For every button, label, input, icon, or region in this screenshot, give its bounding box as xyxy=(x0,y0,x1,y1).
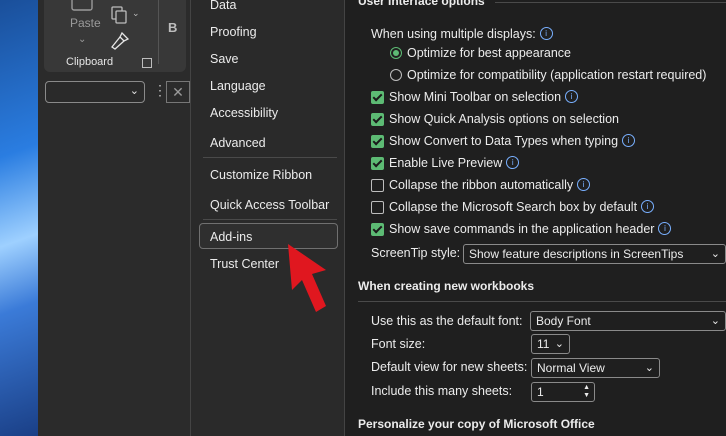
desktop-wallpaper xyxy=(0,0,38,436)
screentip-style-label: ScreenTip style: xyxy=(371,246,461,260)
checkbox-mini-toolbar-label: Show Mini Toolbar on selection i xyxy=(389,90,579,104)
checkbox-quick-analysis-label: Show Quick Analysis options on selection xyxy=(389,112,619,126)
info-icon[interactable]: i xyxy=(658,222,672,235)
multi-display-label: When using multiple displays: i xyxy=(371,27,553,41)
radio-best-appearance[interactable] xyxy=(390,47,402,59)
nav-item-proofing[interactable]: Proofing xyxy=(210,25,257,39)
group-divider xyxy=(158,0,159,64)
nav-item-save[interactable]: Save xyxy=(210,52,239,66)
font-size-value: 11 xyxy=(537,337,550,351)
section-title-ui-options: User Interface options xyxy=(358,0,485,8)
default-view-select[interactable]: Normal View ⌄ xyxy=(531,358,660,378)
copy-icon[interactable] xyxy=(110,6,128,24)
chevron-down-icon[interactable]: ⌄ xyxy=(130,84,139,97)
info-icon[interactable]: i xyxy=(539,27,553,40)
checkbox-quick-analysis[interactable] xyxy=(371,113,384,126)
info-icon[interactable]: i xyxy=(622,134,636,147)
dialog-launcher-icon[interactable] xyxy=(142,58,152,68)
info-icon[interactable]: i xyxy=(641,200,655,213)
checkbox-mini-toolbar[interactable] xyxy=(371,91,384,104)
cancel-entry-button[interactable]: ✕ xyxy=(166,81,190,103)
nav-item-customize-ribbon[interactable]: Customize Ribbon xyxy=(210,168,312,182)
info-icon[interactable]: i xyxy=(506,156,520,169)
chevron-down-icon: ⌄ xyxy=(644,362,654,374)
checkbox-save-commands[interactable] xyxy=(371,223,384,236)
checkbox-save-commands-label: Show save commands in the application he… xyxy=(389,222,672,236)
nav-item-language[interactable]: Language xyxy=(210,79,266,93)
nav-item-quick-access-toolbar[interactable]: Quick Access Toolbar xyxy=(210,198,329,212)
nav-item-trust-center[interactable]: Trust Center xyxy=(210,257,279,271)
copy-chevron-icon[interactable]: ⌄ xyxy=(132,8,140,19)
nav-item-accessibility[interactable]: Accessibility xyxy=(210,106,278,120)
radio-compatibility-label: Optimize for compatibility (application … xyxy=(407,68,707,82)
name-box[interactable]: ⌄ xyxy=(45,81,145,103)
paste-chevron-icon[interactable]: ⌄ xyxy=(78,34,86,45)
checkbox-live-preview-label: Enable Live Preview i xyxy=(389,156,520,170)
default-font-label: Use this as the default font: xyxy=(371,314,523,328)
spin-up-icon[interactable]: ▲ xyxy=(583,384,590,392)
font-size-select[interactable]: 11 ⌄ xyxy=(531,334,570,354)
excel-ribbon: Paste ⌄ ⌄ Clipboard B ⌄ ⋮ ✕ xyxy=(38,0,190,436)
nav-item-advanced[interactable]: Advanced xyxy=(210,136,266,150)
radio-compatibility[interactable] xyxy=(390,69,402,81)
nav-divider xyxy=(203,157,337,158)
red-arrow-pointer xyxy=(288,244,326,312)
sheet-count-label: Include this many sheets: xyxy=(371,384,513,398)
clipboard-group-label: Clipboard xyxy=(66,56,114,68)
paste-icon[interactable] xyxy=(69,0,95,12)
sheet-count-value: 1 xyxy=(537,385,544,399)
checkbox-collapse-ribbon-label: Collapse the ribbon automatically i xyxy=(389,178,591,192)
nav-item-add-ins[interactable]: Add-ins xyxy=(210,230,252,244)
section-title-personalize: Personalize your copy of Microsoft Offic… xyxy=(358,417,595,431)
options-nav: Data Proofing Save Language Accessibilit… xyxy=(190,0,345,436)
chevron-down-icon: ⌄ xyxy=(710,248,720,260)
checkbox-convert-data-types[interactable] xyxy=(371,135,384,148)
screentip-style-select[interactable]: Show feature descriptions in ScreenTips … xyxy=(463,244,726,264)
chevron-down-icon: ⌄ xyxy=(710,315,720,327)
nav-divider xyxy=(203,219,337,220)
font-size-label: Font size: xyxy=(371,337,426,351)
default-view-value: Normal View xyxy=(537,361,605,375)
info-icon[interactable]: i xyxy=(565,90,579,103)
sheet-count-stepper[interactable]: 1 ▲ ▼ xyxy=(531,382,595,402)
checkbox-collapse-search-label: Collapse the Microsoft Search box by def… xyxy=(389,200,655,214)
default-font-value: Body Font xyxy=(536,314,591,328)
chevron-down-icon: ⌄ xyxy=(554,338,564,350)
section-title-new-workbooks: When creating new workbooks xyxy=(358,279,535,293)
bold-button[interactable]: B xyxy=(168,20,177,35)
paste-button[interactable]: Paste xyxy=(70,16,101,30)
clipboard-group: Paste ⌄ ⌄ Clipboard B xyxy=(44,0,186,72)
section-divider xyxy=(358,301,726,302)
info-icon[interactable]: i xyxy=(577,178,591,191)
checkbox-live-preview[interactable] xyxy=(371,157,384,170)
checkbox-collapse-ribbon[interactable] xyxy=(371,179,384,192)
checkbox-collapse-search[interactable] xyxy=(371,201,384,214)
screentip-style-value: Show feature descriptions in ScreenTips xyxy=(469,247,684,261)
checkbox-convert-data-types-label: Show Convert to Data Types when typing i xyxy=(389,134,636,148)
section-divider xyxy=(495,2,726,3)
default-view-label: Default view for new sheets: xyxy=(371,360,528,374)
nav-item-data[interactable]: Data xyxy=(210,0,236,12)
radio-best-appearance-label: Optimize for best appearance xyxy=(407,46,571,60)
spin-down-icon[interactable]: ▼ xyxy=(583,392,590,400)
default-font-select[interactable]: Body Font ⌄ xyxy=(530,311,726,331)
format-painter-icon[interactable] xyxy=(110,32,130,50)
more-options-icon[interactable]: ⋮ xyxy=(153,82,167,99)
options-main-panel: User Interface options When using multip… xyxy=(345,0,726,436)
